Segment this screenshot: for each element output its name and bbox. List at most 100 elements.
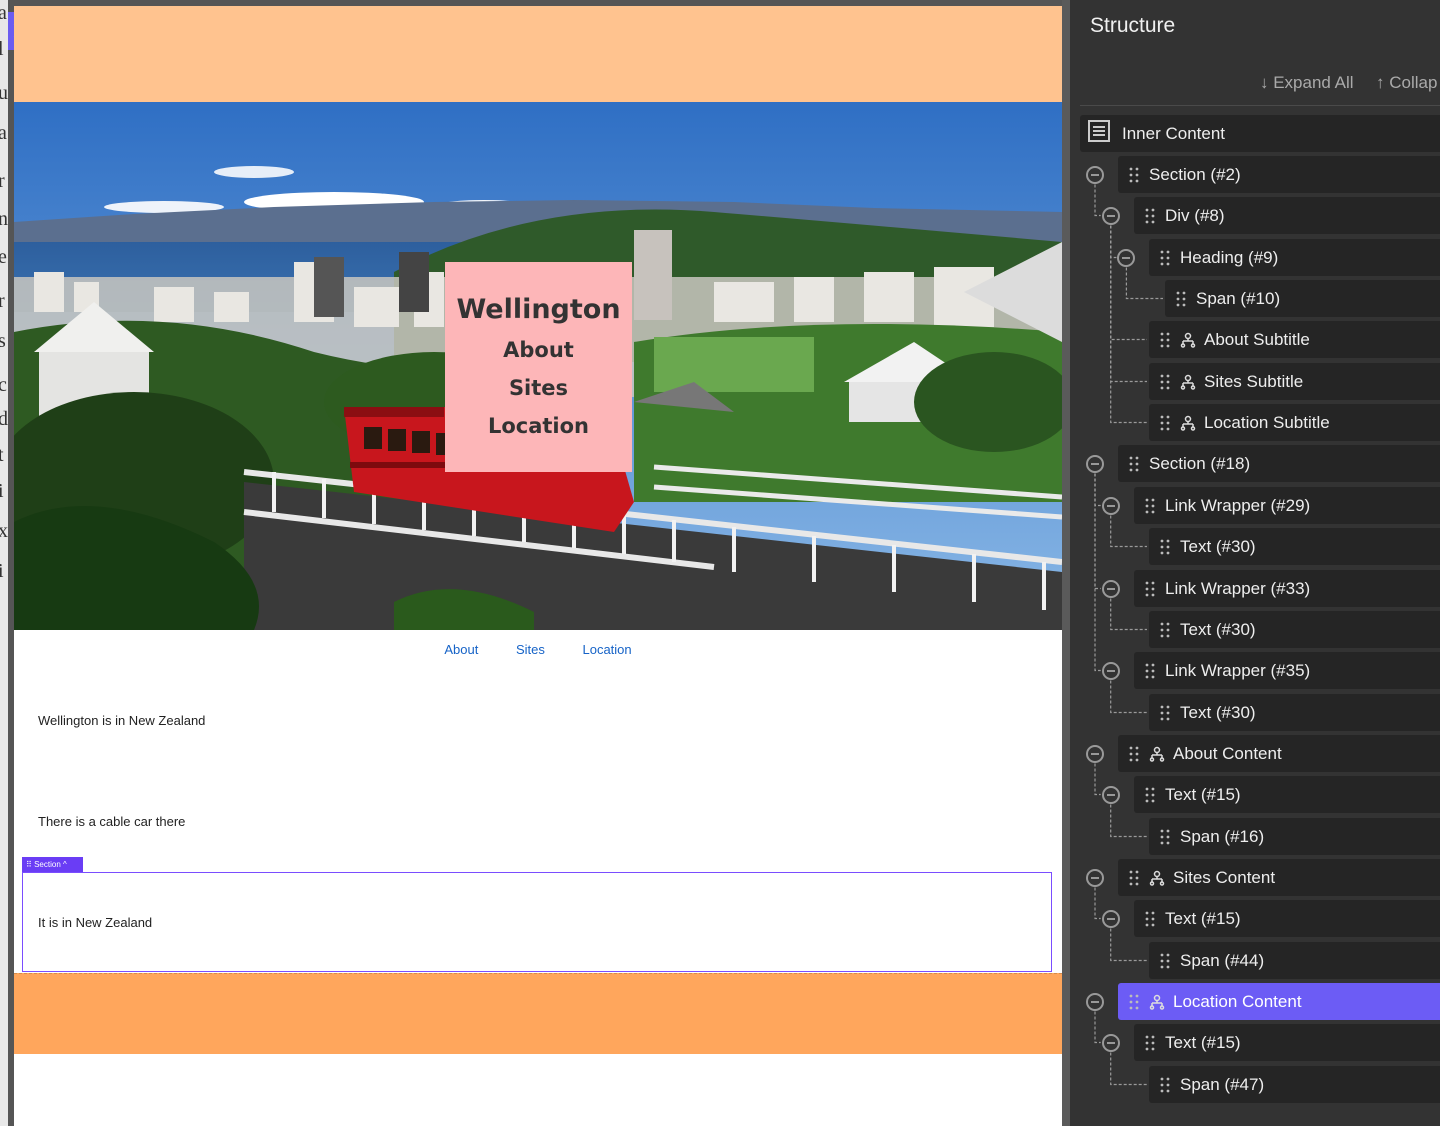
about-content-text[interactable]: Wellington is in New Zealand xyxy=(38,713,205,728)
collapse-toggle-icon[interactable] xyxy=(1101,1033,1120,1052)
tree-row[interactable]: Span (#16) xyxy=(1149,818,1440,855)
left-strip-glyph: i xyxy=(0,560,4,582)
panel-divider[interactable] xyxy=(1062,0,1070,1126)
collapse-toggle-icon[interactable] xyxy=(1101,661,1120,680)
hero-title-box[interactable]: Wellington About Sites Location xyxy=(445,262,632,472)
collapse-toggle-icon[interactable] xyxy=(1086,165,1104,184)
tree-row[interactable]: About Content xyxy=(1118,735,1440,772)
tree-row-label: Location Content xyxy=(1173,991,1302,1011)
tree-connector xyxy=(1094,473,1101,672)
tree-row[interactable]: Location Subtitle xyxy=(1149,404,1440,441)
tree-row[interactable]: Text (#30) xyxy=(1149,528,1440,565)
collapse-toggle-icon[interactable] xyxy=(1101,909,1120,928)
tree-row[interactable]: About Subtitle xyxy=(1149,321,1440,358)
collapse-toggle-icon[interactable] xyxy=(1117,248,1136,267)
drag-handle-icon[interactable] xyxy=(1160,622,1170,638)
location-content-text[interactable]: It is in New Zealand xyxy=(38,915,152,930)
left-strip-glyph: d xyxy=(0,408,8,430)
section-selection-tag[interactable]: ⠿ Section ^ xyxy=(22,857,83,872)
tree-row-label: Text (#15) xyxy=(1165,1032,1241,1052)
drag-handle-icon[interactable] xyxy=(1160,374,1170,390)
location-content-section[interactable] xyxy=(22,872,1052,972)
collapse-toggle-icon[interactable] xyxy=(1086,454,1104,473)
tree-row[interactable]: Div (#8) xyxy=(1134,197,1440,234)
tree-row-label: Span (#47) xyxy=(1180,1074,1265,1094)
drag-handle-icon[interactable] xyxy=(1160,829,1170,845)
tree-row[interactable]: Section (#2) xyxy=(1118,156,1440,193)
drag-handle-icon[interactable] xyxy=(1160,415,1170,431)
tree-row[interactable]: Section (#18) xyxy=(1118,445,1440,482)
tree-row-label: Span (#44) xyxy=(1180,950,1265,970)
tree-connector xyxy=(1094,473,1101,590)
drag-handle-icon[interactable] xyxy=(1160,953,1170,969)
hero-image[interactable]: Wellington About Sites Location xyxy=(14,102,1062,630)
collapse-toggle-icon[interactable] xyxy=(1101,579,1120,598)
drag-handle-icon[interactable] xyxy=(1160,1077,1170,1093)
nav-link-sites[interactable]: Sites xyxy=(516,642,545,657)
tree-row[interactable]: Text (#15) xyxy=(1134,1024,1440,1061)
chevron-up-icon[interactable]: ^ xyxy=(63,860,67,869)
tree-row[interactable]: Location Content xyxy=(1118,983,1440,1020)
collapse-toggle-icon[interactable] xyxy=(1086,992,1104,1011)
footer-section[interactable] xyxy=(14,973,1062,1054)
collapse-toggle-icon[interactable] xyxy=(1086,868,1104,887)
tree-row-label: About Content xyxy=(1173,743,1282,763)
drag-handle-icon[interactable] xyxy=(1160,250,1170,266)
tree-row[interactable]: Text (#30) xyxy=(1149,611,1440,648)
left-strip-glyph: c xyxy=(0,374,7,396)
drag-handle-icon[interactable] xyxy=(1145,498,1155,514)
tree-connector xyxy=(1110,225,1147,341)
drag-handle-icon[interactable] xyxy=(1160,332,1170,348)
collapse-toggle-icon[interactable] xyxy=(1101,496,1120,515)
tree-row[interactable]: Link Wrapper (#29) xyxy=(1134,487,1440,524)
left-strip-glyph: e xyxy=(0,246,7,268)
drag-handle-icon[interactable] xyxy=(1145,208,1155,224)
tree-row[interactable]: Link Wrapper (#35) xyxy=(1134,652,1440,689)
collapse-toggle-icon[interactable] xyxy=(1101,785,1120,804)
drag-handle-icon[interactable] xyxy=(1129,167,1139,183)
left-strip-glyph: u xyxy=(0,82,8,104)
tree-connector xyxy=(1110,225,1117,259)
collapse-toggle-icon[interactable] xyxy=(1086,744,1104,763)
drag-handle-icon[interactable] xyxy=(1160,705,1170,721)
page-canvas: Wellington About Sites Location About Si… xyxy=(14,6,1062,1126)
tree-row[interactable]: Text (#15) xyxy=(1134,900,1440,937)
tree-row[interactable]: Sites Subtitle xyxy=(1149,363,1440,400)
drag-grip-icon[interactable]: ⠿ xyxy=(26,860,34,869)
tree-row[interactable]: Heading (#9) xyxy=(1149,239,1440,276)
tree-row-label: Link Wrapper (#35) xyxy=(1165,660,1311,680)
top-banner-section[interactable] xyxy=(14,6,1062,103)
tree-row[interactable]: Text (#15) xyxy=(1134,776,1440,813)
nav-link-location[interactable]: Location xyxy=(582,642,631,657)
tree-row-label: Span (#10) xyxy=(1196,288,1281,308)
sites-subtitle[interactable]: Sites xyxy=(445,369,632,407)
drag-handle-icon[interactable] xyxy=(1145,581,1155,597)
tree-row[interactable]: Link Wrapper (#33) xyxy=(1134,570,1440,607)
drag-handle-icon[interactable] xyxy=(1176,291,1186,307)
sites-content-text[interactable]: There is a cable car there xyxy=(38,814,185,829)
component-icon xyxy=(1149,994,1165,1010)
drag-handle-icon[interactable] xyxy=(1145,911,1155,927)
drag-handle-icon[interactable] xyxy=(1129,456,1139,472)
tree-row-label: Span (#16) xyxy=(1180,826,1265,846)
about-subtitle[interactable]: About xyxy=(445,331,632,369)
tree-row[interactable]: Text (#30) xyxy=(1149,694,1440,731)
location-subtitle[interactable]: Location xyxy=(445,407,632,445)
drag-handle-icon[interactable] xyxy=(1129,994,1139,1010)
tree-row[interactable]: Sites Content xyxy=(1118,859,1440,896)
tree-row[interactable]: Span (#44) xyxy=(1149,942,1440,979)
left-strip-glyph: i xyxy=(0,480,4,502)
drag-handle-icon[interactable] xyxy=(1160,539,1170,555)
drag-handle-icon[interactable] xyxy=(1129,870,1139,886)
tree-row-label: Text (#15) xyxy=(1165,784,1241,804)
drag-handle-icon[interactable] xyxy=(1145,663,1155,679)
drag-handle-icon[interactable] xyxy=(1145,1035,1155,1051)
tree-row[interactable]: Span (#10) xyxy=(1165,280,1440,317)
drag-handle-icon[interactable] xyxy=(1129,746,1139,762)
collapse-toggle-icon[interactable] xyxy=(1101,206,1120,225)
left-strip-glyph: l xyxy=(0,38,4,60)
left-strip-glyph: t xyxy=(0,444,4,466)
nav-link-about[interactable]: About xyxy=(444,642,478,657)
drag-handle-icon[interactable] xyxy=(1145,787,1155,803)
tree-row[interactable]: Span (#47) xyxy=(1149,1066,1440,1103)
